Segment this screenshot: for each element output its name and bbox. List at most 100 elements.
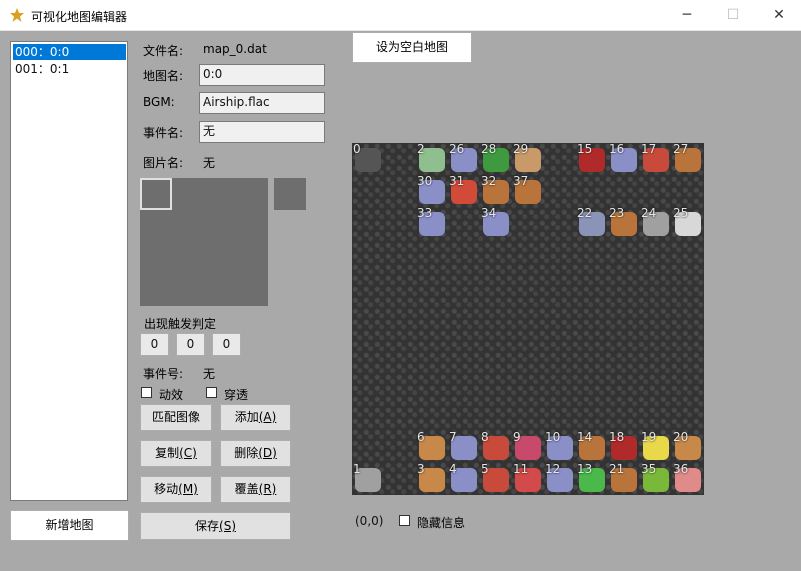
tile-id: 7 <box>449 430 457 444</box>
copy-shortcut: (C) <box>179 446 197 460</box>
eventno-label: 事件号: <box>143 367 184 381</box>
map-tile[interactable]: 27 <box>672 143 704 175</box>
tile-id: 33 <box>417 206 433 220</box>
tile-id: 29 <box>513 143 529 156</box>
map-tile[interactable]: 37 <box>512 174 544 207</box>
map-tile[interactable]: 0 <box>352 143 384 175</box>
animate-checkbox[interactable] <box>141 387 152 398</box>
map-tile[interactable]: 12 <box>544 462 576 495</box>
tile-id: 1 <box>353 462 361 476</box>
map-tile[interactable]: 17 <box>640 143 672 175</box>
map-tile[interactable]: 9 <box>512 430 544 463</box>
set-blank-map-button[interactable]: 设为空白地图 <box>352 32 472 63</box>
delete-button[interactable]: 删除(D) <box>220 440 291 467</box>
map-tile[interactable]: 15 <box>576 143 608 175</box>
trigger-field-1[interactable]: 0 <box>140 333 169 356</box>
delete-shortcut: (D) <box>258 446 277 460</box>
tile-id: 22 <box>577 206 593 220</box>
window-title: 可视化地图编辑器 <box>31 10 128 24</box>
tile-id: 5 <box>481 462 489 476</box>
tile-id: 21 <box>609 462 625 476</box>
map-tile[interactable]: 11 <box>512 462 544 495</box>
map-tile[interactable]: 16 <box>608 143 640 175</box>
tile-id: 13 <box>577 462 593 476</box>
map-tile[interactable]: 8 <box>480 430 512 463</box>
maximize-button[interactable]: ☐ <box>710 0 756 30</box>
map-tile[interactable]: 23 <box>608 206 640 239</box>
tile-id: 0 <box>353 143 361 156</box>
map-tile[interactable]: 29 <box>512 143 544 175</box>
eventname-label: 事件名: <box>143 126 184 140</box>
imagename-value: 无 <box>203 156 216 170</box>
map-tile[interactable]: 10 <box>544 430 576 463</box>
tile-id: 14 <box>577 430 593 444</box>
trigger-field-2[interactable]: 0 <box>176 333 205 356</box>
eventno-value: 无 <box>203 367 216 381</box>
tile-id: 25 <box>673 206 689 220</box>
overwrite-button[interactable]: 覆盖(R) <box>220 476 291 503</box>
tile-id: 28 <box>481 143 497 156</box>
tile-id: 16 <box>609 143 625 156</box>
map-tile[interactable]: 4 <box>448 462 480 495</box>
copy-label: 复制 <box>155 446 180 460</box>
tile-id: 9 <box>513 430 521 444</box>
tile-id: 30 <box>417 174 433 188</box>
tile-id: 35 <box>641 462 657 476</box>
hide-info-checkbox[interactable] <box>399 515 410 526</box>
map-tile[interactable]: 34 <box>480 206 512 239</box>
overwrite-shortcut: (R) <box>258 482 277 496</box>
map-list-item[interactable]: 001：0:1 <box>13 61 126 77</box>
map-canvas[interactable]: 0 2 26 28 29 15 16 17 27 30 31 32 37 33 34 22 23 24 25 6 7 8 9… <box>352 143 704 495</box>
tile-id: 10 <box>545 430 561 444</box>
move-shortcut: (M) <box>178 482 198 496</box>
map-tile[interactable]: 1 <box>352 462 384 495</box>
map-tile[interactable]: 20 <box>672 430 704 463</box>
copy-button[interactable]: 复制(C) <box>140 440 212 467</box>
map-tile[interactable]: 5 <box>480 462 512 495</box>
add-button[interactable]: 添加(A) <box>220 404 291 431</box>
save-button[interactable]: 保存(S) <box>140 512 291 540</box>
map-list[interactable]: 000：0:0 001：0:1 <box>10 41 128 501</box>
map-tile[interactable]: 36 <box>672 462 704 495</box>
trigger-field-3[interactable]: 0 <box>212 333 241 356</box>
map-tile[interactable]: 19 <box>640 430 672 463</box>
passthrough-checkbox[interactable] <box>206 387 217 398</box>
mapname-label: 地图名: <box>143 69 184 83</box>
move-label: 移动 <box>154 482 179 496</box>
map-tile[interactable]: 33 <box>416 206 448 239</box>
match-image-button[interactable]: 匹配图像 <box>140 404 212 431</box>
single-tile-preview[interactable] <box>274 178 306 210</box>
map-tile[interactable]: 26 <box>448 143 480 175</box>
filename-value: map_0.dat <box>203 42 267 56</box>
map-tile[interactable]: 28 <box>480 143 512 175</box>
eventname-field[interactable]: 无 <box>199 121 325 143</box>
mapname-field[interactable]: 0:0 <box>199 64 325 86</box>
map-tile[interactable]: 22 <box>576 206 608 239</box>
map-tile[interactable]: 25 <box>672 206 704 239</box>
map-tile[interactable]: 2 <box>416 143 448 175</box>
map-tile[interactable]: 3 <box>416 462 448 495</box>
map-tile[interactable]: 35 <box>640 462 672 495</box>
map-tile[interactable]: 24 <box>640 206 672 239</box>
minimize-button[interactable]: ─ <box>664 0 710 30</box>
map-tile[interactable]: 6 <box>416 430 448 463</box>
map-tile[interactable]: 14 <box>576 430 608 463</box>
add-label: 添加 <box>234 410 259 424</box>
map-tile[interactable]: 21 <box>608 462 640 495</box>
close-button[interactable]: ✕ <box>756 0 801 30</box>
tile-id: 34 <box>481 206 497 220</box>
bgm-field[interactable]: Airship.flac <box>199 92 325 114</box>
map-tile[interactable]: 32 <box>480 174 512 207</box>
tile-id: 6 <box>417 430 425 444</box>
tile-id: 32 <box>481 174 497 188</box>
map-list-item[interactable]: 000：0:0 <box>13 44 126 60</box>
map-tile[interactable]: 30 <box>416 174 448 207</box>
tile-id: 37 <box>513 174 529 188</box>
map-tile[interactable]: 18 <box>608 430 640 463</box>
move-button[interactable]: 移动(M) <box>140 476 212 503</box>
map-tile[interactable]: 7 <box>448 430 480 463</box>
new-map-button[interactable]: 新增地图 <box>10 510 129 541</box>
map-tile[interactable]: 13 <box>576 462 608 495</box>
map-tile[interactable]: 31 <box>448 174 480 207</box>
tile-id: 31 <box>449 174 465 188</box>
